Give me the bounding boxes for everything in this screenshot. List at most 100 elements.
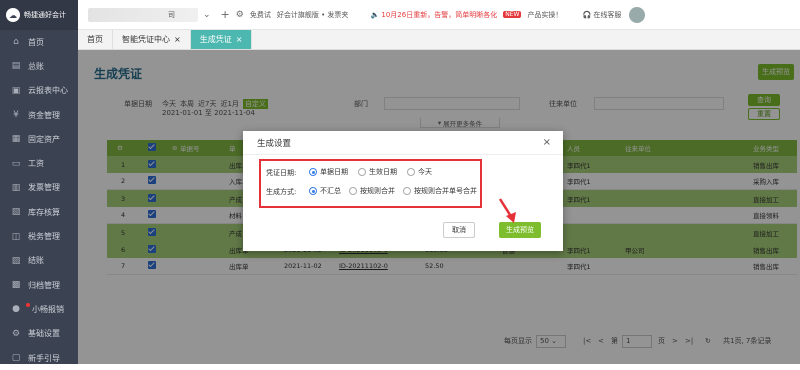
- sidebar-item-label: 库存核算: [28, 207, 60, 217]
- voucher-date-option-effective[interactable]: 生效日期: [358, 167, 397, 177]
- headset-icon: 🎧: [582, 10, 594, 19]
- add-icon[interactable]: +: [221, 8, 230, 21]
- tab-home[interactable]: 首页: [78, 30, 113, 49]
- confirm-preview-button[interactable]: 生成预览: [499, 222, 541, 238]
- radio-icon: [407, 168, 415, 176]
- dialog-header: 生成设置: [243, 131, 563, 155]
- trial-text[interactable]: 免费试: [250, 10, 271, 20]
- tab-smart-voucher[interactable]: 智能凭证中心 ×: [113, 30, 191, 49]
- notice-text[interactable]: 🔈 10月26日重新，告警，简单明晰各化: [370, 10, 497, 20]
- archive-icon: ▩: [11, 280, 21, 291]
- top-bar: 司 ⌄ + ⚙ 免费试 好会计旗舰版 • 发票夹 🔈 10月26日重新，告警，简…: [78, 0, 800, 30]
- sidebar-item-4[interactable]: ▦ 固定资产: [0, 127, 78, 151]
- service-label: 在线客服: [593, 10, 622, 19]
- sidebar-item-label: 总账: [28, 61, 44, 71]
- fund-icon: ¥: [13, 110, 19, 121]
- avatar[interactable]: [629, 6, 646, 23]
- tab-label: 生成凭证: [199, 35, 232, 44]
- dialog-title: 生成设置: [257, 138, 292, 149]
- sidebar-item-0[interactable]: ⌂ 首页: [0, 30, 78, 54]
- mode-option-rule-docno[interactable]: 按规则合并单号合并: [403, 186, 477, 196]
- option-label: 生效日期: [369, 168, 397, 176]
- sidebar-item-11[interactable]: ● 小畅报销: [0, 297, 78, 321]
- voucher-date-label: 凭证日期:: [266, 169, 297, 177]
- home-icon: ⌂: [13, 37, 19, 48]
- option-label: 按规则合并: [360, 187, 395, 195]
- guide-icon: ▢: [11, 353, 21, 363]
- sidebar-item-label: 云报表中心: [28, 86, 68, 96]
- chevron-down-icon[interactable]: ⌄: [203, 10, 211, 20]
- generate-settings-dialog: 生成设置 × 凭证日期: 单据日期 生效日期 今天 生成方式: 不汇总 按规则合…: [243, 131, 563, 251]
- close-book-icon: ▨: [11, 255, 21, 266]
- sidebar-item-label: 新手引导: [28, 353, 60, 363]
- sidebar-item-3[interactable]: ¥ 资金管理: [0, 103, 78, 127]
- sidebar-item-label: 基础设置: [28, 329, 60, 339]
- voucher-date-options: 单据日期 生效日期 今天: [309, 167, 432, 177]
- speaker-icon: 🔈: [370, 10, 382, 19]
- sidebar-item-label: 归档管理: [28, 280, 60, 290]
- sidebar-item-label: 资金管理: [28, 110, 60, 120]
- logo-icon: ☁: [6, 8, 20, 22]
- sidebar-item-label: 发票管理: [28, 183, 60, 193]
- report-icon: ▣: [11, 85, 21, 96]
- option-label: 按规则合并单号合并: [414, 187, 477, 195]
- mode-row: 生成方式:: [266, 187, 296, 197]
- voucher-date-option-doc[interactable]: 单据日期: [309, 167, 348, 177]
- option-label: 不汇总: [320, 187, 341, 195]
- red-arrow-annotation: [498, 198, 516, 223]
- option-label: 今天: [418, 168, 432, 176]
- tab-bar: 首页 智能凭证中心 × 生成凭证 ×: [78, 30, 800, 50]
- sidebar-item-1[interactable]: ▤ 总账: [0, 54, 78, 78]
- sidebar-item-5[interactable]: ▭ 工资: [0, 151, 78, 175]
- tab-label: 首页: [87, 35, 103, 44]
- settings-highlight-box: 凭证日期: 单据日期 生效日期 今天 生成方式: 不汇总 按规则合并 按规则合并…: [259, 159, 482, 208]
- close-icon[interactable]: ×: [174, 35, 181, 44]
- gear-icon[interactable]: ⚙: [236, 10, 244, 20]
- mode-options: 不汇总 按规则合并 按规则合并单号合并: [309, 186, 477, 196]
- radio-icon: [358, 168, 366, 176]
- sidebar-item-label: 税务管理: [28, 232, 60, 242]
- close-icon[interactable]: ×: [543, 137, 551, 148]
- tab-label: 智能凭证中心: [122, 35, 170, 44]
- company-name-blurred: [88, 7, 198, 22]
- mode-option-none[interactable]: 不汇总: [309, 186, 341, 196]
- sidebar-item-12[interactable]: ⚙ 基础设置: [0, 322, 78, 346]
- voucher-date-row: 凭证日期:: [266, 168, 296, 178]
- tab-generate-voucher[interactable]: 生成凭证 ×: [190, 30, 253, 49]
- sidebar-item-8[interactable]: ◫ 税务管理: [0, 224, 78, 248]
- radio-checked-icon: [309, 168, 317, 176]
- app-logo[interactable]: ☁ 畅捷通好会计: [0, 0, 78, 30]
- settings-icon: ⚙: [11, 328, 21, 339]
- mode-option-rule[interactable]: 按规则合并: [349, 186, 395, 196]
- ledger-icon: ▤: [11, 61, 21, 72]
- sidebar-item-6[interactable]: ▥ 发票管理: [0, 176, 78, 200]
- reimburse-icon: ●: [12, 304, 20, 315]
- sidebar-item-label: 结账: [28, 256, 44, 266]
- sidebar-item-7[interactable]: ▧ 库存核算: [0, 200, 78, 224]
- sidebar-item-2[interactable]: ▣ 云报表中心: [0, 79, 78, 103]
- asset-icon: ▦: [11, 134, 21, 145]
- cancel-button[interactable]: 取消: [443, 222, 475, 238]
- sidebar-item-13[interactable]: ▢ 新手引导: [0, 346, 78, 370]
- option-label: 单据日期: [320, 168, 348, 176]
- close-icon[interactable]: ×: [236, 35, 243, 44]
- voucher-date-option-today[interactable]: 今天: [407, 167, 432, 177]
- sidebar-item-label: 工资: [28, 159, 44, 169]
- salary-icon: ▭: [11, 158, 21, 169]
- sidebar-item-label: 小畅报销: [32, 304, 64, 314]
- inventory-icon: ▧: [11, 207, 21, 218]
- mode-label: 生成方式:: [266, 188, 297, 196]
- logo-text: 畅捷通好会计: [24, 11, 66, 19]
- notification-dot: [26, 303, 30, 308]
- product-text[interactable]: 产品实操！: [527, 10, 562, 20]
- sidebar: ☁ 畅捷通好会计 ⌂ 首页 ▤ 总账 ▣ 云报表中心 ¥ 资金管理 ▦ 固定资产 ▭ 工资 ▥ 发票管理 ▧…: [0, 0, 78, 364]
- service-text[interactable]: 🎧 在线客服: [582, 10, 621, 20]
- tax-icon: ◫: [11, 231, 21, 242]
- sidebar-item-10[interactable]: ▩ 归档管理: [0, 273, 78, 297]
- company-label: 司: [168, 10, 175, 19]
- new-badge: NEW: [503, 11, 522, 18]
- invoice-icon: ▥: [11, 182, 21, 193]
- radio-icon: [403, 187, 411, 195]
- sidebar-item-9[interactable]: ▨ 结账: [0, 249, 78, 273]
- guide-text[interactable]: 好会计旗舰版 • 发票夹: [277, 10, 349, 20]
